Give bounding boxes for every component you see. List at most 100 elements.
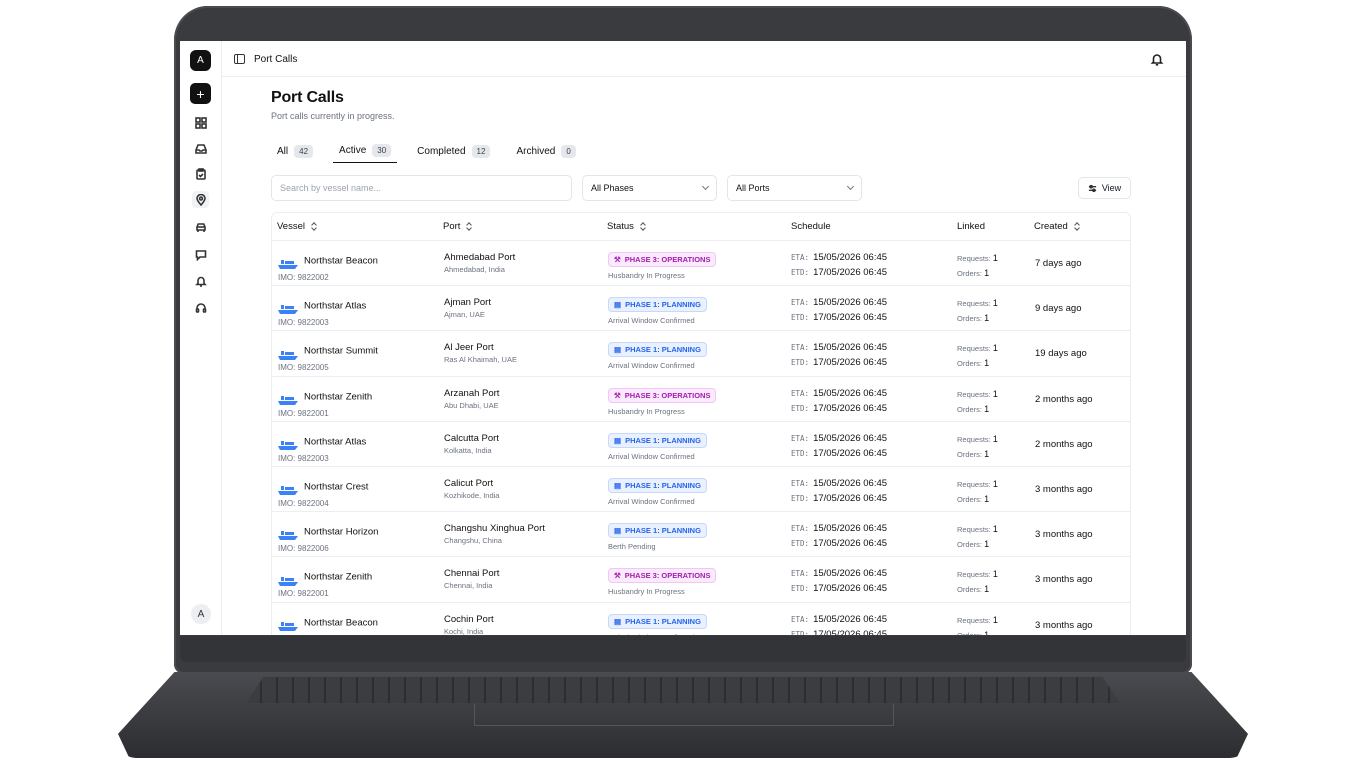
- laptop-trackpad: [474, 704, 894, 726]
- vessel-name[interactable]: Northstar Atlas: [304, 436, 366, 447]
- tab-completed[interactable]: Completed 12: [411, 139, 496, 163]
- tab-active[interactable]: Active 30: [333, 139, 398, 163]
- top-bar: Port Calls: [222, 41, 1186, 77]
- wrench-icon: ⚒: [614, 255, 621, 264]
- table-row[interactable]: Northstar Summit IMO: 9822005 Al Jeer Po…: [272, 331, 1130, 377]
- bell-icon[interactable]: [192, 272, 209, 289]
- eta-value: 15/05/2026 06:45: [813, 477, 888, 489]
- column-created[interactable]: Created: [1034, 221, 1080, 232]
- sub-status: Husbandry In Progress: [608, 587, 685, 597]
- requests-label: Requests:: [957, 570, 991, 580]
- requests-count[interactable]: 1: [993, 343, 998, 353]
- port-location: Kochi, India: [444, 626, 484, 636]
- column-label: Port: [443, 221, 461, 232]
- orders-count[interactable]: 1: [984, 494, 989, 504]
- vessel-name[interactable]: Northstar Horizon: [304, 526, 378, 537]
- table-row[interactable]: Northstar Zenith IMO: 9822001 Chennai Po…: [272, 557, 1130, 603]
- column-schedule: Schedule: [791, 221, 831, 232]
- vessel-name[interactable]: Northstar Beacon: [304, 255, 378, 266]
- wrench-icon: ⚒: [614, 571, 621, 581]
- requests-count[interactable]: 1: [993, 298, 998, 308]
- requests-count[interactable]: 1: [993, 479, 998, 489]
- table-row[interactable]: Northstar Crest IMO: 9822004 Calicut Por…: [272, 467, 1130, 513]
- vessel-cell: Northstar Beacon IMO: 9822002: [278, 252, 378, 282]
- table-row[interactable]: Northstar Zenith IMO: 9822001 Arzanah Po…: [272, 377, 1130, 422]
- sub-status: Husbandry In Progress: [608, 271, 685, 280]
- requests-count[interactable]: 1: [993, 434, 998, 444]
- eta-label: ETA:: [791, 433, 810, 443]
- requests-label: Requests:: [957, 254, 991, 263]
- tab-count: 30: [372, 144, 392, 157]
- vessel-imo: IMO: 9822006: [278, 544, 329, 554]
- orders-count[interactable]: 1: [984, 449, 989, 459]
- sidebar-toggle-icon[interactable]: [234, 54, 245, 64]
- linked-cell: Requests: 1 Orders: 1: [957, 432, 998, 462]
- vessel-name[interactable]: Northstar Crest: [304, 481, 368, 492]
- linked-cell: Requests: 1 Orders: 1: [957, 567, 998, 597]
- vessel-imo: IMO: 9822003: [278, 318, 329, 328]
- table-row[interactable]: Northstar Atlas IMO: 9822003 Calcutta Po…: [272, 422, 1130, 467]
- orders-label: Orders:: [957, 269, 983, 278]
- tab-archived[interactable]: Archived 0: [510, 139, 581, 163]
- view-options-button[interactable]: View: [1078, 177, 1131, 199]
- vessel-cell: Northstar Summit IMO: 9822005: [278, 342, 378, 372]
- tab-all[interactable]: All 42: [271, 139, 319, 163]
- ports-filter-select[interactable]: All Ports: [727, 175, 862, 201]
- orders-label: Orders:: [957, 630, 983, 636]
- orders-count[interactable]: 1: [984, 404, 989, 414]
- column-label: Created: [1034, 221, 1068, 232]
- ship-icon: [278, 256, 298, 270]
- orders-count[interactable]: 1: [984, 584, 989, 594]
- table-row[interactable]: Northstar Atlas IMO: 9822003 Ajman Port …: [272, 286, 1130, 332]
- orders-count[interactable]: 1: [984, 268, 989, 278]
- tab-label: All: [277, 145, 289, 157]
- table-row[interactable]: Northstar Beacon IMO: 9822002 Cochin Por…: [272, 603, 1130, 636]
- table-row[interactable]: Northstar Beacon IMO: 9822002 Ahmedabad …: [272, 241, 1130, 287]
- requests-count[interactable]: 1: [993, 615, 998, 625]
- workspace-avatar[interactable]: A: [190, 50, 211, 71]
- phases-filter-select[interactable]: All Phases: [582, 175, 717, 201]
- column-vessel[interactable]: Vessel: [277, 221, 317, 232]
- vessel-name[interactable]: Northstar Atlas: [304, 300, 366, 311]
- requests-label: Requests:: [957, 479, 991, 489]
- port-cell: Calicut Port Kozhikode, India: [444, 478, 499, 500]
- orders-count[interactable]: 1: [984, 358, 989, 368]
- vessel-name[interactable]: Northstar Summit: [304, 346, 378, 357]
- orders-count[interactable]: 1: [984, 313, 989, 323]
- status-cell: ⚒ PHASE 3: OPERATIONS Husbandry In Progre…: [608, 249, 717, 280]
- sort-icon: [311, 222, 317, 231]
- requests-count[interactable]: 1: [993, 569, 998, 579]
- requests-count[interactable]: 1: [993, 389, 998, 399]
- new-port-call-button[interactable]: +: [190, 83, 211, 104]
- requests-count[interactable]: 1: [993, 253, 998, 263]
- eta-label: ETA:: [791, 388, 810, 398]
- requests-label: Requests:: [957, 389, 991, 399]
- vessel-name[interactable]: Northstar Beacon: [304, 617, 378, 628]
- column-port[interactable]: Port: [443, 221, 472, 232]
- orders-count[interactable]: 1: [984, 539, 989, 549]
- tab-count: 12: [471, 144, 491, 158]
- user-avatar[interactable]: A: [191, 604, 211, 624]
- sidebar-rail: A + A: [180, 41, 222, 635]
- notifications-icon[interactable]: [1150, 52, 1164, 66]
- chevron-down-icon: [701, 182, 710, 191]
- message-icon[interactable]: [192, 246, 209, 263]
- inbox-icon[interactable]: [192, 140, 209, 157]
- vessel-imo: IMO: 9822004: [278, 498, 329, 508]
- clipboard-icon[interactable]: [192, 165, 209, 182]
- table-row[interactable]: Northstar Horizon IMO: 9822006 Changshu …: [272, 512, 1130, 558]
- phase-label: PHASE 1: PLANNING: [625, 526, 701, 536]
- eta-value: 15/05/2026 06:45: [813, 568, 888, 580]
- vessel-name[interactable]: Northstar Zenith: [304, 391, 372, 402]
- vessel-search-input[interactable]: [271, 175, 572, 201]
- created-cell: 2 months ago: [1035, 438, 1093, 450]
- orders-count[interactable]: 1: [984, 630, 989, 636]
- map-pin-icon[interactable]: [192, 191, 209, 208]
- column-status[interactable]: Status: [607, 221, 646, 232]
- headset-icon[interactable]: [192, 299, 209, 316]
- grid-icon[interactable]: [192, 114, 209, 131]
- requests-count[interactable]: 1: [993, 524, 998, 534]
- vessel-name[interactable]: Northstar Zenith: [304, 572, 372, 583]
- car-icon[interactable]: [192, 219, 209, 236]
- status-cell: ▤ PHASE 1: PLANNING Berth Pending: [608, 520, 707, 551]
